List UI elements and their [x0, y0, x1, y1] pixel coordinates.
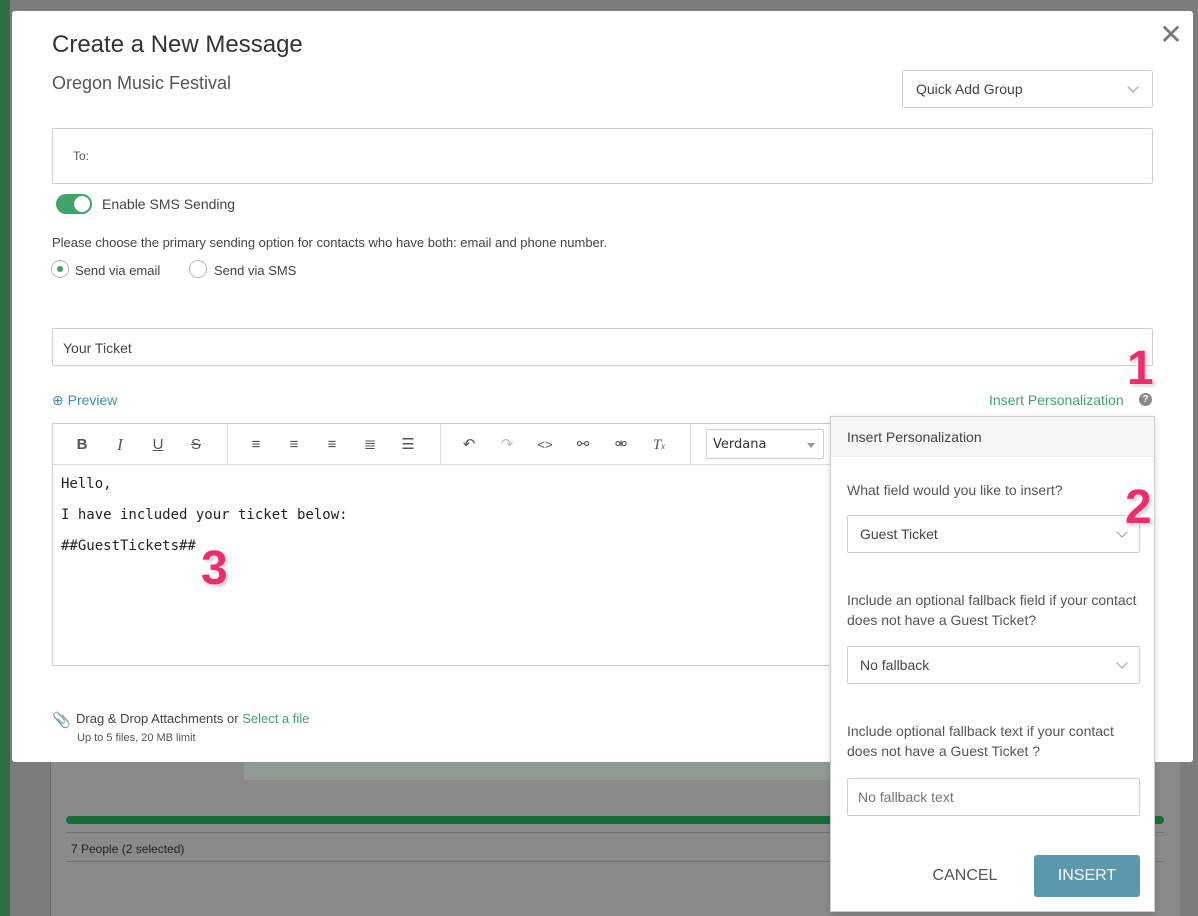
font-family-value: Verdana [713, 437, 767, 452]
fallback-field-select[interactable]: No fallback [847, 646, 1140, 684]
align-left-icon[interactable]: ≡ [245, 434, 267, 456]
background-sidebar [0, 0, 10, 916]
fallback-text-question: Include optional fallback text if your c… [847, 723, 1114, 759]
annotation-number: 1 [1127, 342, 1154, 395]
quick-add-group-select[interactable]: Quick Add Group [902, 70, 1153, 108]
fallback-field-value: No fallback [860, 657, 930, 673]
underline-icon[interactable]: U [147, 434, 169, 456]
toolbar-divider [227, 424, 228, 465]
attach-text: Drag & Drop Attachments or [76, 711, 243, 726]
modal-subtitle: Oregon Music Festival [52, 73, 232, 93]
insert-personalization-link[interactable]: Insert Personalization [989, 392, 1124, 408]
align-center-icon[interactable]: ≡ [283, 434, 305, 456]
font-family-select[interactable]: Verdana [706, 429, 824, 459]
subject-input[interactable]: Your Ticket [52, 328, 1153, 366]
cancel-button[interactable]: CANCEL [923, 855, 1007, 897]
sms-toggle[interactable] [56, 194, 92, 214]
italic-icon[interactable]: I [109, 434, 131, 456]
unlink-icon[interactable]: ⚮ [610, 434, 632, 456]
quick-add-label: Quick Add Group [916, 81, 1023, 97]
to-label: To: [73, 149, 90, 163]
redo-icon[interactable]: ↷ [496, 434, 518, 456]
align-right-icon[interactable]: ≡ [321, 434, 343, 456]
attachments-dropzone[interactable]: Drag & Drop Attachments or Select a file [76, 711, 309, 726]
align-justify-icon[interactable]: ≣ [359, 434, 381, 456]
paperclip-icon: 📎 [52, 712, 71, 729]
toolbar-divider [440, 424, 441, 465]
radio-send-email-label: Send via email [75, 263, 161, 278]
field-select-value: Guest Ticket [860, 526, 938, 542]
toggle-knob [74, 196, 90, 212]
modal-title: Create a New Message [52, 31, 303, 58]
link-icon[interactable]: ⚯ [572, 434, 594, 456]
editor-toolbar: B I U S ≡ ≡ ≡ ≣ ☰ ↶ ↷ <> ⚯ ⚮ Tx Verdana [53, 424, 841, 465]
bullet-list-icon[interactable]: ☰ [397, 434, 419, 456]
message-editor: B I U S ≡ ≡ ≡ ≣ ☰ ↶ ↷ <> ⚯ ⚮ Tx Verdana … [52, 423, 842, 666]
attach-limit: Up to 5 files, 20 MB limit [77, 732, 196, 744]
fallback-field-question: Include an optional fallback field if yo… [847, 592, 1137, 628]
radio-send-sms-label: Send via SMS [214, 263, 297, 278]
undo-icon[interactable]: ↶ [458, 434, 480, 456]
select-file-link[interactable]: Select a file [242, 711, 309, 726]
editor-line: I have included your ticket below: [61, 507, 348, 523]
panel-header: Insert Personalization [831, 417, 1154, 457]
zoom-icon: ⊕ [52, 392, 64, 408]
background-highlight [244, 762, 844, 780]
editor-line: Hello, [61, 476, 112, 492]
insert-button[interactable]: INSERT [1034, 855, 1140, 897]
radio-selected-dot [57, 266, 63, 272]
annotation-number: 2 [1125, 481, 1152, 534]
radio-send-email[interactable] [51, 260, 69, 278]
radio-send-sms[interactable] [189, 260, 207, 278]
preview-label: Preview [67, 392, 118, 408]
fallback-text-input[interactable] [847, 778, 1140, 816]
bold-icon[interactable]: B [71, 434, 93, 456]
field-question: What field would you like to insert? [847, 482, 1063, 498]
code-icon[interactable]: <> [534, 434, 556, 456]
toolbar-divider [690, 424, 691, 465]
annotation-number: 3 [201, 542, 228, 595]
to-field[interactable]: To: [52, 128, 1153, 184]
insert-personalization-panel: Insert Personalization What field would … [830, 416, 1155, 912]
strikethrough-icon[interactable]: S [185, 434, 207, 456]
sending-option-instructions: Please choose the primary sending option… [52, 235, 608, 250]
field-select[interactable]: Guest Ticket [847, 515, 1140, 553]
chevron-down-icon [1127, 81, 1139, 93]
sms-toggle-label: Enable SMS Sending [102, 196, 236, 212]
chevron-down-icon [1116, 657, 1128, 669]
preview-link[interactable]: ⊕ Preview [52, 392, 117, 409]
clear-format-icon[interactable]: Tx [648, 434, 670, 456]
caret-down-icon [807, 443, 815, 448]
close-icon[interactable]: ✕ [1156, 21, 1186, 51]
